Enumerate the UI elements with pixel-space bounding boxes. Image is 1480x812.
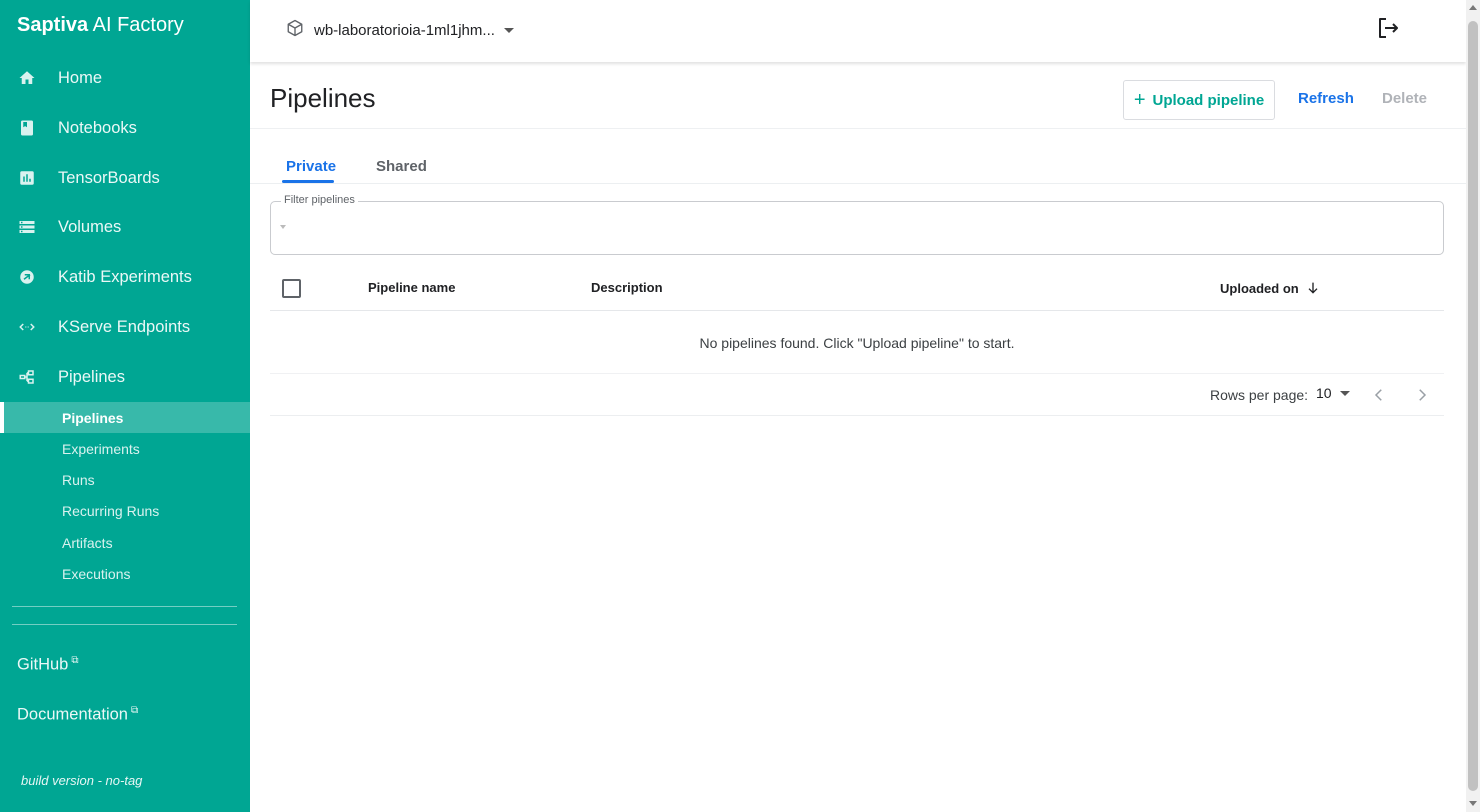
column-header-uploaded-on[interactable]: Uploaded on xyxy=(1220,280,1321,296)
scroll-down-arrow-icon[interactable] xyxy=(1469,801,1477,806)
upload-pipeline-label: Upload pipeline xyxy=(1152,91,1265,109)
sidebar-item-volumes[interactable]: Volumes xyxy=(0,207,250,247)
sidebar-subitem-artifacts[interactable]: Artifacts xyxy=(0,527,250,558)
page-scrollbar[interactable] xyxy=(1466,0,1480,812)
sidebar-item-label: Notebooks xyxy=(58,118,137,137)
tab-private[interactable]: Private xyxy=(286,158,336,175)
sidebar-item-label: Pipelines xyxy=(58,367,125,386)
rows-per-page-value: 10 xyxy=(1316,385,1332,401)
table-row-divider xyxy=(270,373,1444,374)
chevron-right-icon xyxy=(1419,389,1427,401)
code-arrows-icon xyxy=(18,318,36,336)
documentation-link[interactable]: Documentation ⧉ xyxy=(17,705,138,725)
delete-button[interactable]: Delete xyxy=(1382,90,1427,107)
scroll-up-arrow-icon[interactable] xyxy=(1469,5,1477,10)
chart-icon xyxy=(18,169,36,187)
sidebar-item-label: Katib Experiments xyxy=(58,267,192,286)
plus-icon: + xyxy=(1133,89,1146,111)
filter-input[interactable] xyxy=(292,216,1432,240)
sidebar-subitem-label: Artifacts xyxy=(62,534,113,551)
tab-shared[interactable]: Shared xyxy=(376,158,427,175)
sidebar-subitem-label: Recurring Runs xyxy=(62,502,160,519)
pipelines-icon xyxy=(18,368,36,386)
column-header-label: Uploaded on xyxy=(1220,280,1299,296)
sidebar-subitem-recurring-runs[interactable]: Recurring Runs xyxy=(0,495,250,526)
sidebar-item-katib[interactable]: Katib Experiments xyxy=(0,257,250,297)
arrow-down-icon xyxy=(1308,282,1318,294)
namespace-name: wb-laboratorioia-1ml1jhm... xyxy=(314,21,495,39)
github-link[interactable]: GitHub ⧉ xyxy=(17,655,79,675)
storage-icon xyxy=(18,218,36,236)
column-header-description[interactable]: Description xyxy=(591,280,663,295)
upload-pipeline-button[interactable]: + Upload pipeline xyxy=(1123,80,1275,120)
sidebar: Saptiva AI Factory Home Notebooks Tensor… xyxy=(0,0,250,812)
tabs-divider xyxy=(250,183,1466,184)
sidebar-item-label: KServe Endpoints xyxy=(58,317,191,336)
katib-icon xyxy=(18,268,36,286)
brand-rest: AI Factory xyxy=(88,14,184,36)
select-all-checkbox[interactable] xyxy=(282,279,301,298)
sidebar-subitem-label: Experiments xyxy=(62,440,140,457)
scrollbar-thumb[interactable] xyxy=(1468,21,1478,791)
rows-per-page-select[interactable]: 10 xyxy=(1316,385,1350,401)
filter-icon xyxy=(280,225,286,229)
sidebar-item-label: Volumes xyxy=(58,217,122,236)
sidebar-subitem-experiments[interactable]: Experiments xyxy=(0,433,250,464)
documentation-link-label: Documentation xyxy=(17,705,128,724)
build-version: build version - no-tag xyxy=(21,773,143,788)
sidebar-subitem-label: Runs xyxy=(62,471,95,488)
rows-per-page-label: Rows per page: xyxy=(1210,387,1309,403)
next-page-button[interactable] xyxy=(1413,386,1431,404)
sidebar-item-label: TensorBoards xyxy=(58,168,160,187)
github-link-label: GitHub xyxy=(17,655,69,674)
external-link-icon: ⧉ xyxy=(130,705,139,716)
chevron-down-icon xyxy=(1339,390,1350,396)
brand-title[interactable]: Saptiva AI Factory xyxy=(17,14,184,37)
sidebar-subitem-runs[interactable]: Runs xyxy=(0,464,250,495)
sidebar-subitem-label: Executions xyxy=(62,565,131,582)
previous-page-button[interactable] xyxy=(1370,386,1388,404)
sidebar-item-tensorboards[interactable]: TensorBoards xyxy=(0,158,250,198)
notebook-icon xyxy=(18,119,36,137)
sidebar-item-pipelines[interactable]: Pipelines xyxy=(0,357,250,397)
chevron-down-icon xyxy=(503,27,514,33)
refresh-button[interactable]: Refresh xyxy=(1298,90,1354,107)
sidebar-item-kserve[interactable]: KServe Endpoints xyxy=(0,307,250,347)
sidebar-item-notebooks[interactable]: Notebooks xyxy=(0,108,250,148)
namespace-selector[interactable]: wb-laboratorioia-1ml1jhm... xyxy=(286,18,514,42)
sidebar-subitem-executions[interactable]: Executions xyxy=(0,558,250,589)
top-bar: wb-laboratorioia-1ml1jhm... xyxy=(250,0,1466,62)
chevron-left-icon xyxy=(1374,389,1382,401)
sidebar-item-label: Home xyxy=(58,68,103,87)
logout-icon[interactable] xyxy=(1376,16,1400,40)
page-title: Pipelines xyxy=(270,83,376,113)
header-divider xyxy=(250,128,1466,129)
pagination-divider xyxy=(270,415,1444,416)
filter-label: Filter pipelines xyxy=(281,194,358,206)
sidebar-item-home[interactable]: Home xyxy=(0,58,250,98)
sidebar-subitem-label: Pipelines xyxy=(62,409,124,426)
sidebar-subitem-pipelines[interactable]: Pipelines xyxy=(0,402,250,433)
external-link-icon: ⧉ xyxy=(71,655,79,666)
home-icon xyxy=(18,69,36,87)
brand-bold: Saptiva xyxy=(17,14,89,36)
empty-table-message: No pipelines found. Click "Upload pipeli… xyxy=(699,335,1015,351)
sidebar-divider xyxy=(12,624,237,625)
cube-icon xyxy=(286,19,304,42)
table-header-divider xyxy=(270,310,1444,311)
column-header-pipeline-name[interactable]: Pipeline name xyxy=(368,280,455,295)
sidebar-divider xyxy=(12,606,237,607)
